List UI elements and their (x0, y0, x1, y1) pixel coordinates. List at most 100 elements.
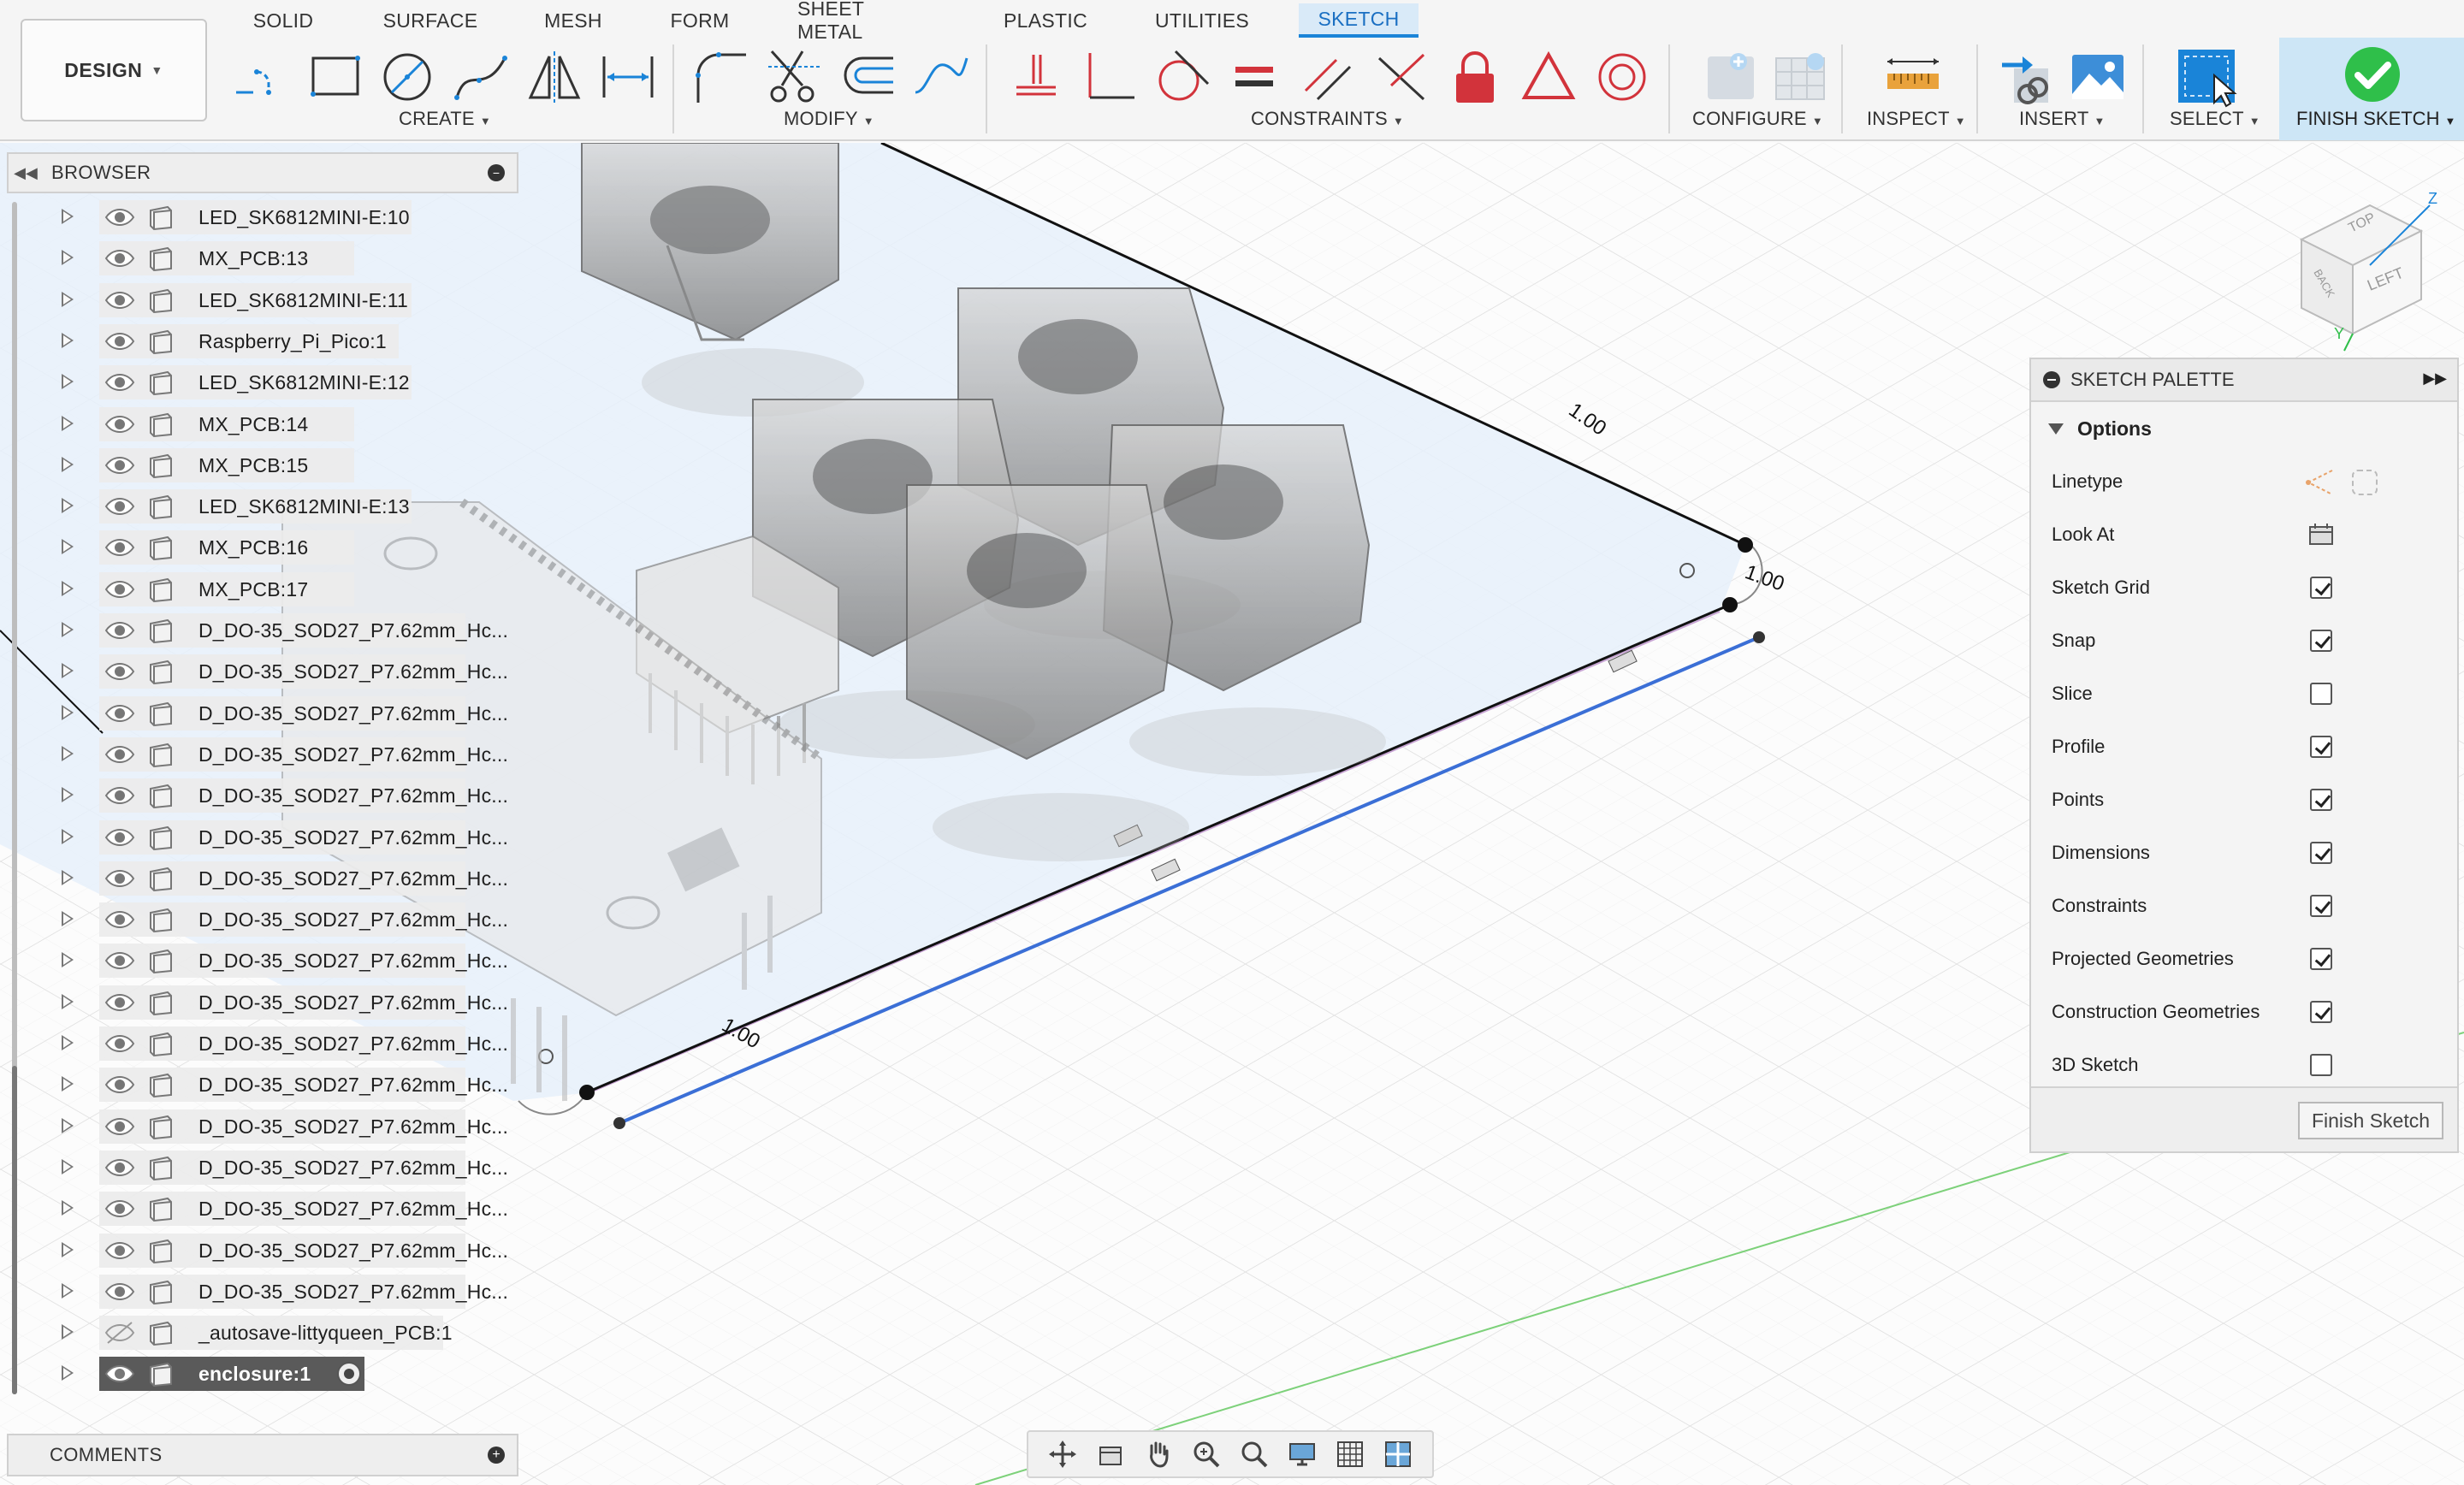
expand-arrow-icon[interactable] (62, 539, 74, 555)
expand-arrow-icon[interactable] (62, 209, 74, 224)
expand-arrow-icon[interactable] (62, 869, 74, 885)
browser-item[interactable]: D_DO-35_SOD27_P7.62mm_Hc... (58, 942, 537, 979)
scrollbar-thumb[interactable] (12, 1066, 17, 1394)
create-menu[interactable]: CREATE ▼ (399, 108, 491, 130)
sketch-palette-header[interactable]: SKETCH PALETTE ▶▶ (2031, 359, 2457, 402)
add-comment-icon[interactable]: + (488, 1447, 505, 1464)
palette-option-checkbox[interactable] (2310, 842, 2332, 864)
expand-arrow-icon[interactable] (62, 745, 74, 761)
expand-arrow-icon[interactable] (62, 952, 74, 968)
eye-icon[interactable] (104, 701, 135, 725)
eye-icon[interactable] (104, 494, 135, 518)
options-section-toggle[interactable]: Options (2031, 402, 2457, 455)
insert-menu[interactable]: INSERT ▼ (2019, 108, 2106, 130)
expand-arrow-icon[interactable] (62, 1076, 74, 1092)
dimension-tool[interactable] (594, 43, 662, 111)
eye-icon[interactable] (104, 908, 135, 932)
fix-constraint[interactable] (1441, 43, 1509, 111)
eye-icon[interactable] (104, 1032, 135, 1056)
look-at-button[interactable] (1093, 1437, 1128, 1471)
expand-arrow-icon[interactable] (62, 1365, 74, 1381)
eye-icon[interactable] (104, 535, 135, 559)
parallel-constraint[interactable] (1294, 43, 1362, 111)
symmetry-constraint[interactable] (1514, 43, 1583, 111)
expand-arrow-icon[interactable] (62, 911, 74, 927)
eye-icon[interactable] (104, 1280, 135, 1304)
expand-arrow-icon[interactable] (62, 374, 74, 390)
eye-icon[interactable] (104, 288, 135, 312)
tab-plastic[interactable]: PLASTIC (1003, 3, 1088, 38)
orbit-button[interactable] (1045, 1437, 1080, 1471)
rectangle-tool[interactable] (301, 43, 370, 111)
browser-item[interactable]: D_DO-35_SOD27_P7.62mm_Hc... (58, 1190, 537, 1228)
spline-tool[interactable] (447, 43, 515, 111)
tab-utilities[interactable]: UTILITIES (1153, 3, 1251, 38)
configure-menu[interactable]: CONFIGURE ▼ (1692, 108, 1823, 130)
select-tool[interactable] (2173, 43, 2242, 111)
fit-button[interactable] (1237, 1437, 1271, 1471)
browser-item[interactable]: MX_PCB:16 (58, 529, 537, 566)
browser-panel-header[interactable]: ◀◀ BROWSER − (7, 152, 518, 193)
browser-item[interactable]: D_DO-35_SOD27_P7.62mm_Hc... (58, 860, 537, 897)
eye-icon[interactable] (104, 991, 135, 1015)
browser-item[interactable]: D_DO-35_SOD27_P7.62mm_Hc... (58, 901, 537, 938)
grid-settings-button[interactable] (1333, 1437, 1367, 1471)
browser-item[interactable]: LED_SK6812MINI-E:13 (58, 488, 537, 525)
configure-table-tool[interactable] (1768, 43, 1836, 111)
sketch-curve-tool[interactable] (907, 43, 975, 111)
comments-panel[interactable]: COMMENTS + (7, 1434, 518, 1476)
coincident-constraint[interactable] (1001, 43, 1069, 111)
perpendicular-constraint[interactable] (1075, 43, 1143, 111)
select-menu[interactable]: SELECT ▼ (2170, 108, 2260, 130)
browser-item[interactable]: LED_SK6812MINI-E:10 (58, 198, 537, 236)
collapse-icon[interactable]: ◀◀ (9, 164, 43, 182)
equal-constraint[interactable] (1220, 43, 1288, 111)
eye-icon[interactable] (104, 618, 135, 642)
expand-panel-icon[interactable]: ▶▶ (2423, 370, 2447, 388)
eye-icon[interactable] (104, 205, 135, 229)
browser-item[interactable]: D_DO-35_SOD27_P7.62mm_Hc... (58, 736, 537, 773)
mirror-tool[interactable] (520, 43, 589, 111)
inspect-menu[interactable]: INSPECT ▼ (1867, 108, 1966, 130)
browser-item[interactable]: D_DO-35_SOD27_P7.62mm_Hc... (58, 653, 537, 690)
finish-sketch-toolbar-button[interactable]: FINISH SKETCH ▼ (2279, 38, 2464, 140)
browser-item[interactable]: D_DO-35_SOD27_P7.62mm_Hc... (58, 1232, 537, 1269)
display-settings-button[interactable] (1285, 1437, 1319, 1471)
expand-arrow-icon[interactable] (62, 1117, 74, 1133)
modify-menu[interactable]: MODIFY ▼ (784, 108, 874, 130)
browser-item[interactable]: D_DO-35_SOD27_P7.62mm_Hc... (58, 984, 537, 1021)
expand-arrow-icon[interactable] (62, 332, 74, 348)
tab-solid[interactable]: SOLID (248, 3, 318, 38)
palette-option-checkbox[interactable] (2310, 895, 2332, 917)
expand-arrow-icon[interactable] (62, 250, 74, 266)
browser-item[interactable]: D_DO-35_SOD27_P7.62mm_Hc... (58, 819, 537, 856)
expand-arrow-icon[interactable] (62, 993, 74, 1009)
browser-item[interactable]: LED_SK6812MINI-E:12 (58, 364, 537, 401)
palette-option-checkbox[interactable] (2310, 630, 2332, 652)
palette-option-checkbox[interactable] (2310, 577, 2332, 599)
browser-item[interactable]: _autosave-littyqueen_PCB:1 (58, 1314, 537, 1352)
insert-derive-tool[interactable] (1993, 43, 2062, 111)
browser-item[interactable]: D_DO-35_SOD27_P7.62mm_Hc... (58, 1025, 537, 1062)
construction-linetype-icon[interactable] (2303, 467, 2337, 503)
tab-mesh[interactable]: MESH (541, 3, 606, 38)
expand-arrow-icon[interactable] (62, 498, 74, 514)
expand-arrow-icon[interactable] (62, 1241, 74, 1257)
eye-icon[interactable] (104, 949, 135, 973)
offset-tool[interactable] (833, 43, 902, 111)
expand-arrow-icon[interactable] (62, 1158, 74, 1174)
browser-scrollbar[interactable] (12, 202, 17, 1394)
insert-canvas-tool[interactable] (2064, 43, 2132, 111)
browser-item[interactable]: MX_PCB:15 (58, 447, 537, 484)
expand-arrow-icon[interactable] (62, 580, 74, 596)
tab-sketch[interactable]: SKETCH (1299, 3, 1419, 38)
eye-icon[interactable] (104, 1156, 135, 1180)
measure-tool[interactable] (1879, 43, 1947, 111)
palette-option-checkbox[interactable] (2310, 1054, 2332, 1076)
palette-option-checkbox[interactable] (2310, 683, 2332, 705)
palette-option-checkbox[interactable] (2310, 736, 2332, 758)
browser-item[interactable]: D_DO-35_SOD27_P7.62mm_Hc... (58, 1149, 537, 1186)
expand-arrow-icon[interactable] (62, 291, 74, 307)
browser-item[interactable]: MX_PCB:17 (58, 571, 537, 608)
concentric-constraint[interactable] (1588, 43, 1656, 111)
